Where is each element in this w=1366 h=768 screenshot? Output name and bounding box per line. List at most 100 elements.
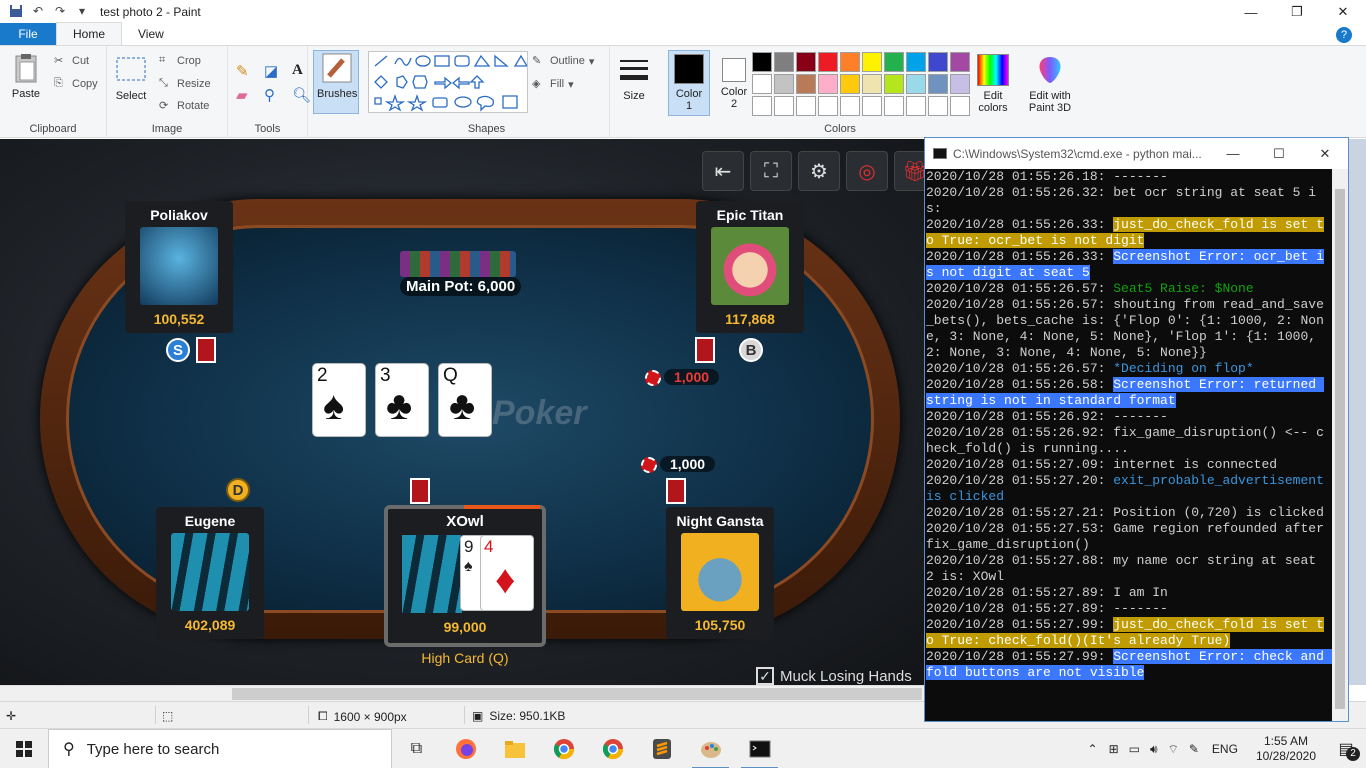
fullscreen-icon[interactable]: ⛶ xyxy=(750,151,792,191)
palette-swatch[interactable] xyxy=(796,96,816,116)
palette-swatch[interactable] xyxy=(796,74,816,94)
paint-taskbar-icon[interactable] xyxy=(686,729,735,768)
palette-swatch[interactable] xyxy=(752,52,772,72)
palette-swatch[interactable] xyxy=(906,74,926,94)
pen-icon[interactable]: ✎ xyxy=(1189,742,1199,756)
cmd-scrollbar[interactable] xyxy=(1332,169,1348,721)
checkbox-icon[interactable]: ✓ xyxy=(756,667,774,685)
select-button[interactable]: Select xyxy=(115,54,147,102)
customize-quick-access-icon[interactable]: ▾ xyxy=(74,4,90,20)
pencil-icon[interactable]: ✎ xyxy=(236,62,258,80)
task-view-icon[interactable]: ⧉ xyxy=(392,729,441,768)
player-seat-epic-titan: Epic Titan 117,868 xyxy=(696,201,804,333)
clock[interactable]: 1:55 AM 10/28/2020 xyxy=(1256,734,1316,764)
palette-swatch[interactable] xyxy=(818,96,838,116)
size-button[interactable]: Size xyxy=(618,54,650,102)
palette-swatch[interactable] xyxy=(840,96,860,116)
fill-button[interactable]: ◈ Fill ▾ xyxy=(532,77,574,91)
palette-swatch[interactable] xyxy=(862,74,882,94)
palette-swatch[interactable] xyxy=(950,74,970,94)
palette-swatch[interactable] xyxy=(950,96,970,116)
cmd-minimize-button[interactable]: — xyxy=(1210,138,1256,169)
tab-file[interactable]: File xyxy=(0,23,56,45)
palette-swatch[interactable] xyxy=(752,74,772,94)
close-button[interactable]: ✕ xyxy=(1320,0,1366,24)
palette-swatch[interactable] xyxy=(774,96,794,116)
maximize-button[interactable]: ❐ xyxy=(1274,0,1320,24)
palette-swatch[interactable] xyxy=(752,96,772,116)
palette-swatch[interactable] xyxy=(774,74,794,94)
palette-swatch[interactable] xyxy=(906,52,926,72)
edit-with-paint3d-button[interactable]: Edit with Paint 3D xyxy=(1024,54,1076,114)
palette-swatch[interactable] xyxy=(840,52,860,72)
taskbar-search-box[interactable]: ⚲ Type here to search xyxy=(48,729,392,768)
color1-button[interactable]: Color 1 xyxy=(673,54,705,112)
palette-swatch[interactable] xyxy=(928,52,948,72)
palette-swatch[interactable] xyxy=(840,74,860,94)
exit-icon[interactable]: ⇤ xyxy=(702,151,744,191)
cmd-close-button[interactable]: ✕ xyxy=(1302,138,1348,169)
brushes-button[interactable]: Brushes xyxy=(317,52,357,100)
save-icon[interactable] xyxy=(8,4,24,20)
file-explorer-icon[interactable] xyxy=(490,729,539,768)
palette-swatch[interactable] xyxy=(928,74,948,94)
chrome-profile-icon[interactable] xyxy=(588,729,637,768)
lifebuoy-icon[interactable]: ◎ xyxy=(846,151,888,191)
color-picker-icon[interactable]: ⚲ xyxy=(264,86,286,104)
chrome-icon[interactable] xyxy=(539,729,588,768)
scrollbar-thumb[interactable] xyxy=(232,688,922,700)
sublime-text-icon[interactable] xyxy=(637,729,686,768)
tab-view[interactable]: View xyxy=(122,23,180,45)
crop-button[interactable]: ⌗ Crop xyxy=(159,54,201,68)
palette-swatch[interactable] xyxy=(950,52,970,72)
battery-icon[interactable]: ▭ xyxy=(1129,742,1140,756)
scrollbar-thumb[interactable] xyxy=(1335,189,1345,709)
edit-colors-button[interactable]: Edit colors xyxy=(974,54,1012,114)
notifications-button[interactable]: ▤ 2 xyxy=(1326,729,1366,768)
language-indicator[interactable]: ENG xyxy=(1212,742,1238,756)
palette-swatch[interactable] xyxy=(928,96,948,116)
palette-swatch[interactable] xyxy=(906,96,926,116)
fill-icon[interactable]: ◪ xyxy=(264,62,286,80)
wifi-icon[interactable]: ⌔ xyxy=(1168,742,1179,757)
color-palette[interactable] xyxy=(752,52,971,117)
canvas-horizontal-scrollbar[interactable] xyxy=(0,685,925,701)
avatar xyxy=(681,533,759,611)
palette-swatch[interactable] xyxy=(818,52,838,72)
start-button[interactable] xyxy=(0,729,48,768)
palette-swatch[interactable] xyxy=(818,74,838,94)
eraser-icon[interactable]: ▰ xyxy=(236,86,258,104)
cmd-maximize-button[interactable]: ☐ xyxy=(1256,138,1302,169)
palette-swatch[interactable] xyxy=(884,74,904,94)
cmd-taskbar-icon[interactable] xyxy=(735,729,784,768)
palette-swatch[interactable] xyxy=(862,96,882,116)
speaker-icon[interactable]: 🔊︎ xyxy=(1150,742,1158,757)
minimize-button[interactable]: — xyxy=(1228,0,1274,24)
muck-losing-hands-option[interactable]: ✓ Muck Losing Hands xyxy=(756,667,912,685)
gift-icon[interactable]: 🎁︎ xyxy=(894,151,925,191)
undo-icon[interactable]: ↶ xyxy=(30,4,46,20)
network-adapter-icon[interactable]: ⊞ xyxy=(1109,742,1119,756)
rotate-button[interactable]: ⟳ Rotate xyxy=(159,99,209,113)
palette-swatch[interactable] xyxy=(774,52,794,72)
outline-button[interactable]: ✎ Outline ▾ xyxy=(532,54,594,68)
avatar xyxy=(402,535,462,613)
show-hidden-icons-icon[interactable]: ⌃ xyxy=(1088,742,1098,756)
cmd-log-line: 2020/10/28 01:55:27.88: my name ocr stri… xyxy=(926,553,1324,584)
help-icon[interactable]: ? xyxy=(1336,27,1352,43)
palette-swatch[interactable] xyxy=(884,96,904,116)
cut-button[interactable]: ✂ Cut xyxy=(54,54,89,68)
redo-icon[interactable]: ↷ xyxy=(52,4,68,20)
firefox-icon[interactable] xyxy=(441,729,490,768)
resize-button[interactable]: ⤡ Resize xyxy=(159,77,211,91)
settings-icon[interactable]: ⚙ xyxy=(798,151,840,191)
paste-button[interactable]: Paste xyxy=(10,52,42,100)
color2-button[interactable]: Color 2 xyxy=(718,58,750,110)
shapes-gallery[interactable] xyxy=(368,51,529,113)
copy-button[interactable]: ⎘ Copy xyxy=(54,77,98,91)
palette-swatch[interactable] xyxy=(862,52,882,72)
palette-swatch[interactable] xyxy=(884,52,904,72)
palette-swatch[interactable] xyxy=(796,52,816,72)
tab-home[interactable]: Home xyxy=(56,22,123,45)
clipboard-group-label: Clipboard xyxy=(29,123,77,135)
